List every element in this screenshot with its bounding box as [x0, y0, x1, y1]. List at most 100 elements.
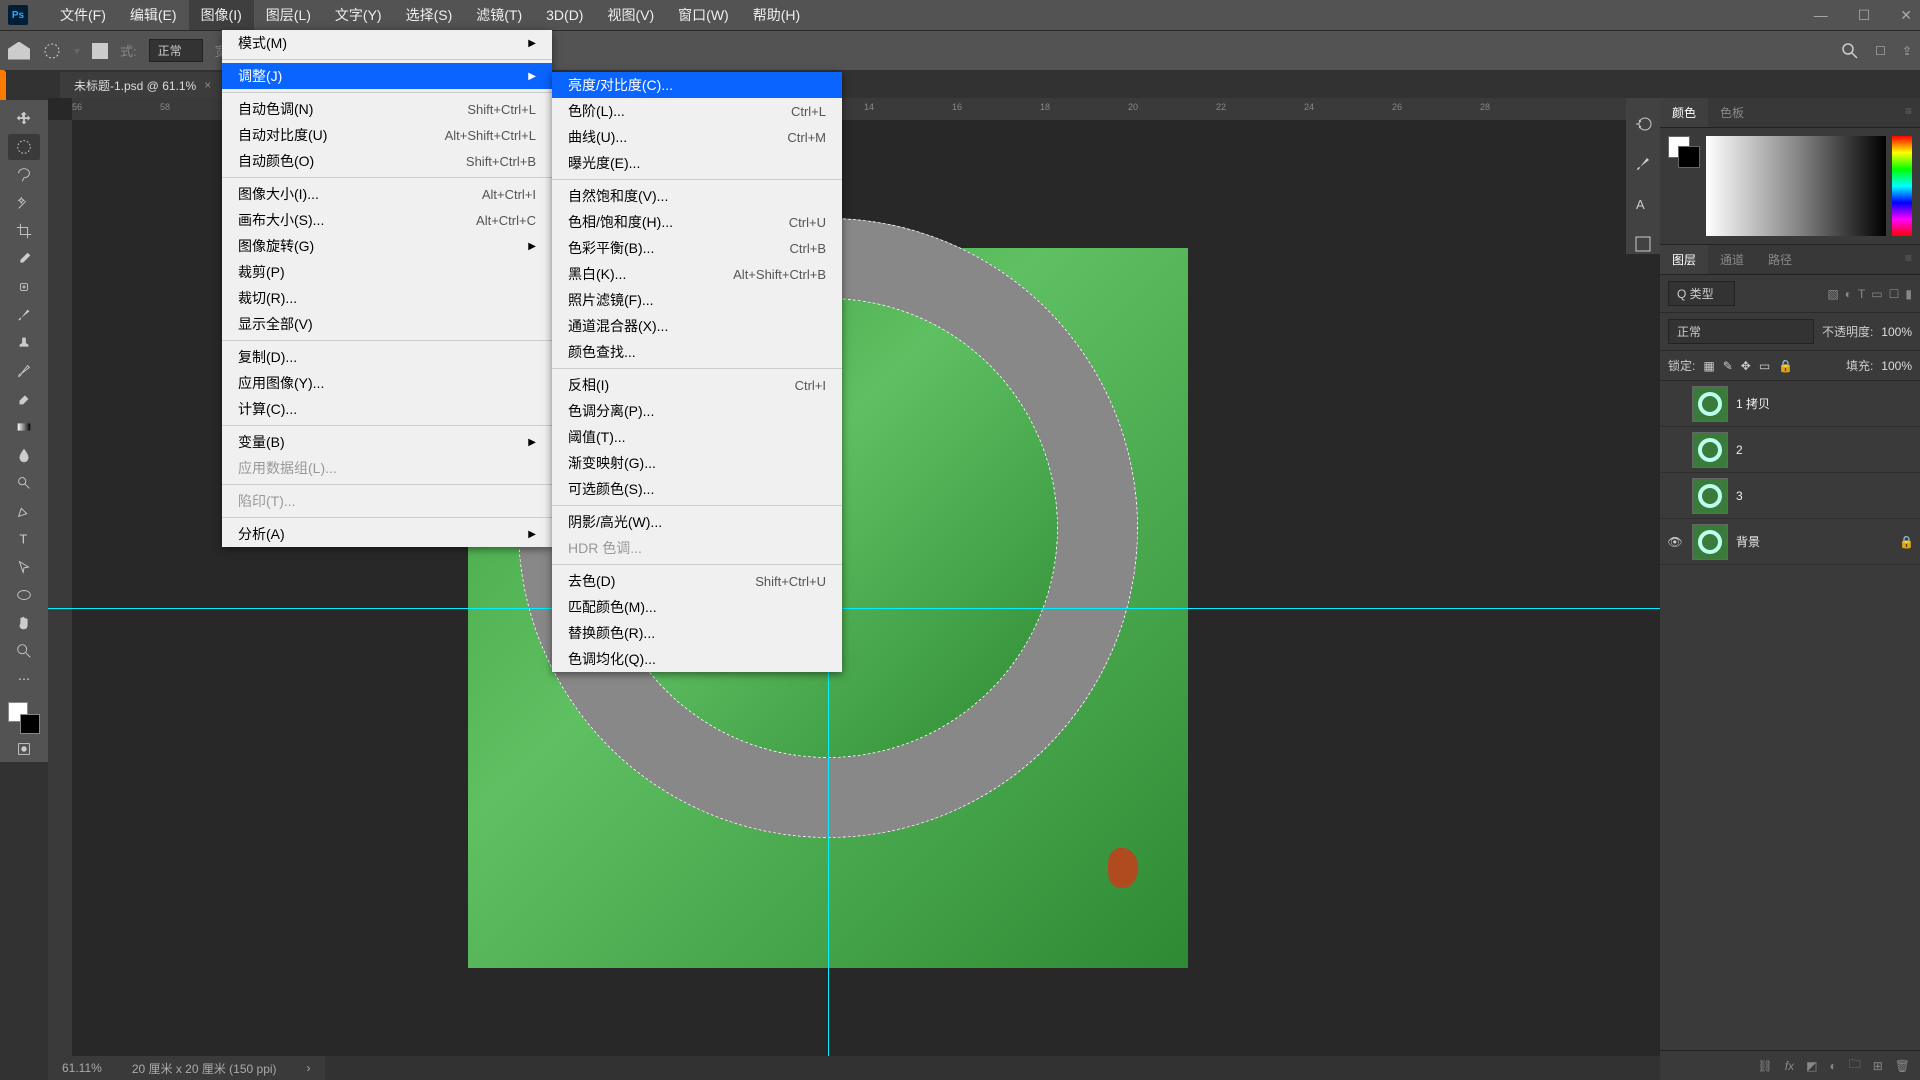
layer-row[interactable]: 3 [1660, 473, 1920, 519]
tab-swatches[interactable]: 色板 [1708, 98, 1756, 127]
stamp-tool[interactable] [8, 330, 40, 356]
path-select-tool[interactable] [8, 554, 40, 580]
history-brush-tool[interactable] [8, 358, 40, 384]
layer-thumb[interactable] [1692, 432, 1728, 468]
more-tools[interactable]: ⋯ [8, 666, 40, 692]
menu-item[interactable]: 可选颜色(S)... [552, 476, 842, 502]
new-layer-icon[interactable]: ⊞ [1873, 1059, 1883, 1073]
menu-item[interactable]: 曝光度(E)... [552, 150, 842, 176]
type-tool[interactable]: T [8, 526, 40, 552]
hand-tool[interactable] [8, 610, 40, 636]
fgbg-swatch[interactable] [1668, 136, 1700, 168]
tab-channels[interactable]: 通道 [1708, 245, 1756, 274]
menu-item[interactable]: 阴影/高光(W)... [552, 509, 842, 535]
document-tab[interactable]: 未标题-1.psd @ 61.1% × [60, 72, 225, 98]
menu-item[interactable]: 裁剪(P) [222, 259, 552, 285]
home-icon[interactable] [8, 42, 30, 60]
delete-icon[interactable]: 🗑 [1895, 1059, 1910, 1073]
menu-item[interactable]: 自动色调(N)Shift+Ctrl+L [222, 96, 552, 122]
menu-item[interactable]: 黑白(K)...Alt+Shift+Ctrl+B [552, 261, 842, 287]
menu-item[interactable]: 去色(D)Shift+Ctrl+U [552, 568, 842, 594]
menu-item[interactable]: 显示全部(V) [222, 311, 552, 337]
maximize-button[interactable]: ☐ [1858, 7, 1871, 24]
color-field[interactable] [1706, 136, 1886, 236]
menu-2[interactable]: 图像(I) [189, 0, 254, 30]
menu-item[interactable]: 应用图像(Y)... [222, 370, 552, 396]
lock-pos-icon[interactable]: ✥ [1741, 359, 1751, 373]
menu-item[interactable]: 自动颜色(O)Shift+Ctrl+B [222, 148, 552, 174]
menu-10[interactable]: 帮助(H) [741, 0, 812, 30]
marquee-preset-icon[interactable] [42, 41, 62, 61]
menu-item[interactable]: 匹配颜色(M)... [552, 594, 842, 620]
menu-item[interactable]: 颜色查找... [552, 339, 842, 365]
panel-menu-icon[interactable]: ≡ [1897, 98, 1920, 127]
menu-6[interactable]: 滤镜(T) [464, 0, 534, 30]
menu-item[interactable]: 渐变映射(G)... [552, 450, 842, 476]
menu-item[interactable]: 图像大小(I)...Alt+Ctrl+I [222, 181, 552, 207]
layer-thumb[interactable] [1692, 386, 1728, 422]
tab-color[interactable]: 颜色 [1660, 98, 1708, 127]
menu-item[interactable]: 亮度/对比度(C)... [552, 72, 842, 98]
filter-shape-icon[interactable]: ▭ [1871, 287, 1882, 301]
menu-item[interactable]: 自然饱和度(V)... [552, 183, 842, 209]
lasso-tool[interactable] [8, 162, 40, 188]
visibility-icon[interactable]: 👁 [1666, 535, 1684, 549]
crop-tool[interactable] [8, 218, 40, 244]
char-panel-icon[interactable]: A [1633, 194, 1653, 214]
quickmask-tool[interactable] [8, 736, 40, 762]
filter-adjust-icon[interactable]: ◐ [1845, 287, 1852, 301]
menu-5[interactable]: 选择(S) [394, 0, 465, 30]
doc-info-more[interactable]: › [307, 1061, 311, 1075]
style-select[interactable]: 正常 [149, 39, 203, 62]
close-tab-icon[interactable]: × [204, 78, 211, 92]
menu-item[interactable]: 色彩平衡(B)...Ctrl+B [552, 235, 842, 261]
layer-row[interactable]: 👁 背景 🔒 [1660, 519, 1920, 565]
menu-item[interactable]: 分析(A) [222, 521, 552, 547]
filter-image-icon[interactable]: ▧ [1827, 287, 1838, 301]
menu-item[interactable]: 模式(M) [222, 30, 552, 56]
eyedropper-tool[interactable] [8, 246, 40, 272]
menu-item[interactable]: 曲线(U)...Ctrl+M [552, 124, 842, 150]
blur-tool[interactable] [8, 442, 40, 468]
menu-item[interactable]: 变量(B) [222, 429, 552, 455]
adjustment-icon[interactable]: ◐ [1829, 1059, 1836, 1073]
tab-paths[interactable]: 路径 [1756, 245, 1804, 274]
workspace-icon[interactable]: ☐ [1875, 44, 1886, 58]
menu-item[interactable]: 色调均化(Q)... [552, 646, 842, 672]
move-tool[interactable] [8, 106, 40, 132]
minimize-button[interactable]: — [1814, 7, 1828, 24]
share-icon[interactable]: ⇪ [1902, 44, 1912, 58]
layer-name[interactable]: 2 [1736, 443, 1743, 457]
adjustments-submenu[interactable]: 亮度/对比度(C)...色阶(L)...Ctrl+L曲线(U)...Ctrl+M… [552, 72, 842, 672]
shape-tool[interactable] [8, 582, 40, 608]
layer-name[interactable]: 1 拷贝 [1736, 395, 1770, 412]
color-swatches[interactable] [8, 702, 40, 734]
doc-info[interactable]: 20 厘米 x 20 厘米 (150 ppi) [132, 1060, 277, 1077]
menu-item[interactable]: 色相/饱和度(H)...Ctrl+U [552, 209, 842, 235]
menu-item[interactable]: 调整(J) [222, 63, 552, 89]
lock-all-icon[interactable]: 🔒 [1778, 359, 1793, 373]
brush-tool[interactable] [8, 302, 40, 328]
brush-panel-icon[interactable] [1633, 154, 1653, 174]
hue-slider[interactable] [1892, 136, 1912, 236]
search-icon[interactable] [1841, 42, 1859, 60]
history-panel-icon[interactable] [1633, 114, 1653, 134]
layer-thumb[interactable] [1692, 478, 1728, 514]
layer-name[interactable]: 3 [1736, 489, 1743, 503]
fill-value[interactable]: 100% [1881, 359, 1912, 373]
menu-8[interactable]: 视图(V) [595, 0, 666, 30]
layer-row[interactable]: 1 拷贝 [1660, 381, 1920, 427]
mask-icon[interactable]: ◩ [1806, 1059, 1817, 1073]
layer-filter-select[interactable]: Q 类型 [1668, 281, 1735, 306]
menu-1[interactable]: 编辑(E) [118, 0, 189, 30]
image-menu[interactable]: 模式(M) 调整(J) 自动色调(N)Shift+Ctrl+L自动对比度(U)Alt… [222, 30, 552, 547]
menu-0[interactable]: 文件(F) [48, 0, 118, 30]
fx-icon[interactable]: fx [1785, 1059, 1794, 1073]
filter-type-icon[interactable]: T [1858, 287, 1865, 301]
lock-nest-icon[interactable]: ▭ [1759, 359, 1770, 373]
layer-row[interactable]: 2 [1660, 427, 1920, 473]
menu-item[interactable]: 复制(D)... [222, 344, 552, 370]
menu-item[interactable]: 色阶(L)...Ctrl+L [552, 98, 842, 124]
properties-panel-icon[interactable] [1633, 234, 1653, 254]
menu-item[interactable]: 自动对比度(U)Alt+Shift+Ctrl+L [222, 122, 552, 148]
